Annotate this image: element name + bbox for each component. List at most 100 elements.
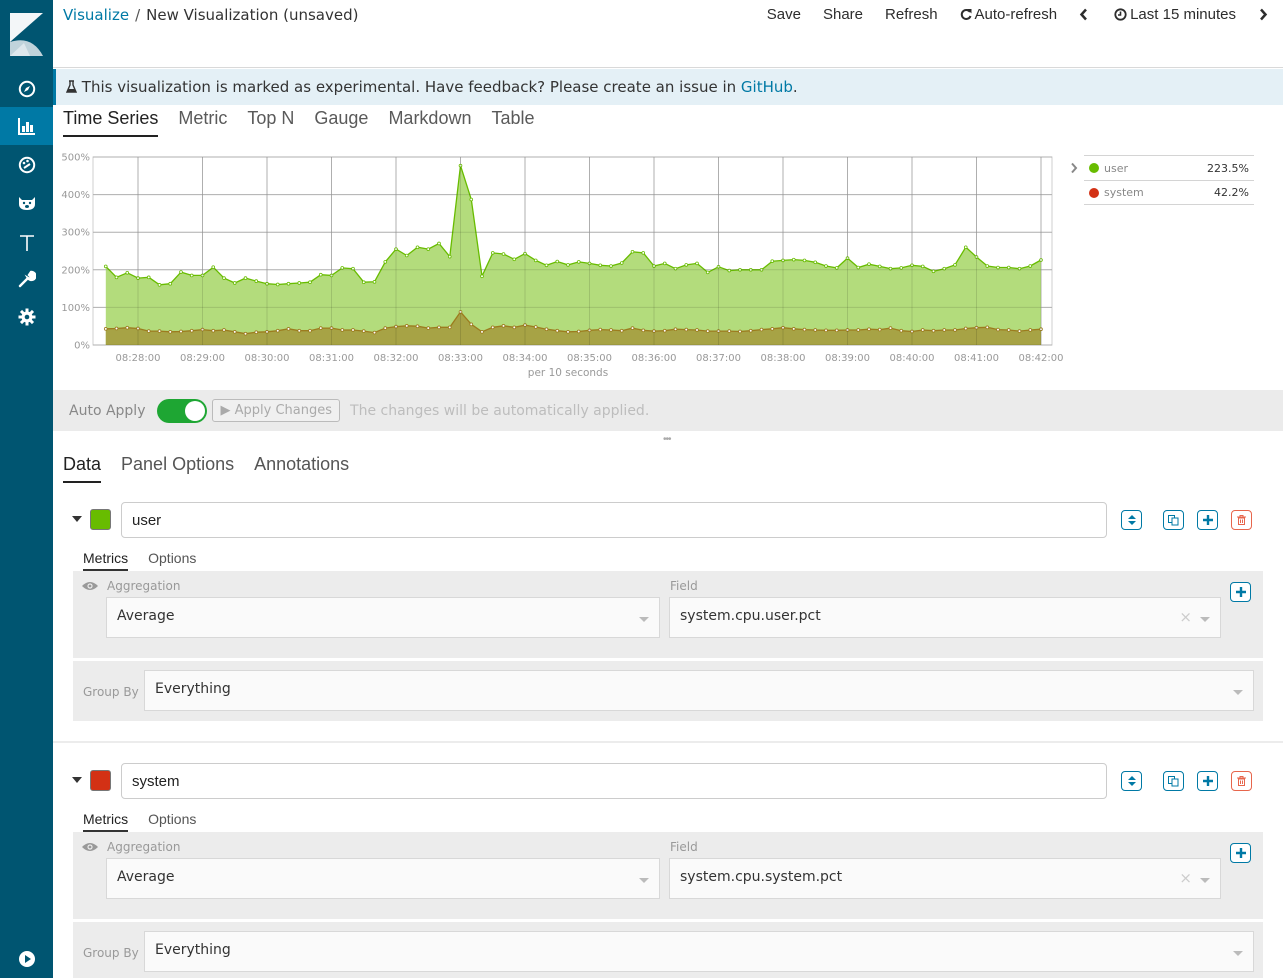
add-series-button[interactable]	[1197, 771, 1218, 791]
sidebar-item-settings[interactable]	[0, 298, 53, 336]
data-point-system	[1028, 328, 1033, 332]
sidebar-item-management-tools[interactable]	[0, 260, 53, 298]
apply-changes-button[interactable]: ▶ Apply Changes	[212, 399, 341, 422]
data-point-user	[157, 283, 162, 287]
series-label-input[interactable]	[121, 502, 1107, 538]
clone-series-button[interactable]	[1163, 510, 1184, 530]
tab-annotations[interactable]: Annotations	[254, 454, 349, 483]
bar-chart-icon	[17, 118, 35, 135]
tab-panel-options[interactable]: Panel Options	[121, 454, 234, 483]
data-point-system	[125, 325, 130, 330]
sidebar-item-visualize[interactable]	[0, 107, 53, 145]
data-point-user	[490, 251, 495, 255]
legend-item-system[interactable]: system 42.2%	[1084, 180, 1254, 205]
data-point-system	[275, 328, 280, 333]
series-color-picker[interactable]	[90, 509, 111, 530]
data-point-system	[146, 329, 151, 333]
data-point-system	[308, 328, 312, 333]
data-point-system	[254, 330, 259, 335]
collapse-caret-icon[interactable]	[72, 777, 82, 783]
data-point-user	[877, 264, 882, 269]
add-metric-button[interactable]	[1230, 843, 1251, 863]
top-nav-bar: Visualize / New Visualization (unsaved) Sa…	[53, 0, 1283, 68]
breadcrumb-visualize-link[interactable]: Visualize	[63, 6, 129, 24]
breadcrumb: Visualize / New Visualization (unsaved)	[63, 6, 358, 24]
data-point-user	[189, 273, 194, 278]
sidebar-item-dashboard[interactable]	[0, 146, 53, 184]
x-tick-label: 08:29:00	[180, 353, 225, 364]
tab-time-series[interactable]: Time Series	[63, 108, 159, 137]
clear-icon[interactable]: ×	[1179, 869, 1192, 887]
resize-handle[interactable]: •••	[663, 434, 671, 445]
x-tick-label: 08:31:00	[309, 353, 354, 364]
tab-metrics[interactable]: Metrics	[83, 811, 129, 832]
eye-icon[interactable]	[82, 581, 98, 591]
sidebar-item-timelion[interactable]	[0, 184, 53, 222]
data-point-system	[490, 325, 495, 330]
data-point-user	[920, 264, 925, 269]
chevron-right-icon[interactable]	[1070, 162, 1078, 174]
sidebar-item-dev-tools[interactable]	[0, 224, 53, 262]
auto-refresh-button[interactable]: Auto-refresh	[960, 6, 1058, 23]
clear-icon[interactable]: ×	[1179, 608, 1192, 626]
github-link[interactable]: GitHub	[741, 78, 793, 96]
tab-options[interactable]: Options	[148, 550, 196, 571]
chevron-left-icon	[1079, 8, 1088, 21]
group-by-select[interactable]: Everything	[144, 670, 1254, 711]
add-metric-button[interactable]	[1230, 582, 1251, 602]
data-point-user	[770, 259, 775, 263]
wrench-icon	[18, 270, 36, 288]
save-button[interactable]: Save	[767, 6, 801, 23]
data-point-user	[275, 282, 280, 287]
share-button[interactable]: Share	[823, 6, 863, 23]
beaker-icon	[65, 80, 78, 93]
x-axis-label: per 10 seconds	[528, 367, 608, 379]
data-point-user	[232, 281, 237, 285]
time-back-button[interactable]	[1079, 8, 1092, 21]
legend-item-user[interactable]: user 223.5%	[1084, 155, 1254, 180]
data-point-system	[501, 324, 506, 328]
auto-apply-toggle[interactable]	[157, 398, 208, 423]
series-label-input[interactable]	[121, 763, 1107, 799]
reorder-button[interactable]	[1121, 510, 1142, 530]
data-point-user	[415, 245, 420, 250]
time-picker-button[interactable]: Last 15 minutes	[1114, 6, 1236, 23]
data-point-system	[920, 328, 925, 332]
tab-top-n[interactable]: Top N	[247, 108, 294, 137]
series-color-picker[interactable]	[90, 770, 111, 791]
tab-metrics[interactable]: Metrics	[83, 550, 129, 571]
time-forward-button[interactable]	[1258, 8, 1271, 21]
tab-gauge[interactable]: Gauge	[314, 108, 368, 137]
aggregation-select[interactable]: Average	[106, 858, 660, 899]
series-sub-tabs: Metrics Options	[83, 550, 216, 571]
sidebar-collapse-button[interactable]	[0, 940, 53, 978]
refresh-button[interactable]: Refresh	[885, 6, 938, 23]
tab-markdown[interactable]: Markdown	[388, 108, 471, 137]
add-series-button[interactable]	[1197, 510, 1218, 530]
data-point-user	[630, 249, 635, 254]
delete-series-button[interactable]	[1231, 771, 1252, 791]
kibana-logo[interactable]	[10, 13, 43, 56]
y-tick-label: 500%	[61, 153, 90, 164]
collapse-caret-icon[interactable]	[72, 516, 82, 522]
field-value: system.cpu.user.pct	[680, 608, 821, 624]
tab-data[interactable]: Data	[63, 454, 102, 483]
sidebar-item-discover[interactable]	[0, 70, 53, 108]
x-tick-label: 08:32:00	[374, 353, 419, 364]
reorder-button[interactable]	[1121, 771, 1142, 791]
auto-refresh-label: Auto-refresh	[974, 6, 1058, 23]
tab-table[interactable]: Table	[491, 108, 534, 137]
data-point-user	[308, 280, 312, 285]
field-select[interactable]: system.cpu.system.pct ×	[669, 858, 1221, 899]
data-point-user	[480, 274, 484, 278]
aggregation-select[interactable]: Average	[106, 597, 660, 638]
group-by-select[interactable]: Everything	[144, 931, 1254, 972]
data-point-user	[566, 263, 570, 267]
eye-icon[interactable]	[82, 842, 98, 852]
aggregation-value: Average	[117, 608, 175, 624]
field-select[interactable]: system.cpu.user.pct ×	[669, 597, 1221, 638]
tab-metric[interactable]: Metric	[178, 108, 227, 137]
delete-series-button[interactable]	[1231, 510, 1252, 530]
tab-options[interactable]: Options	[148, 811, 196, 832]
clone-series-button[interactable]	[1163, 771, 1184, 791]
